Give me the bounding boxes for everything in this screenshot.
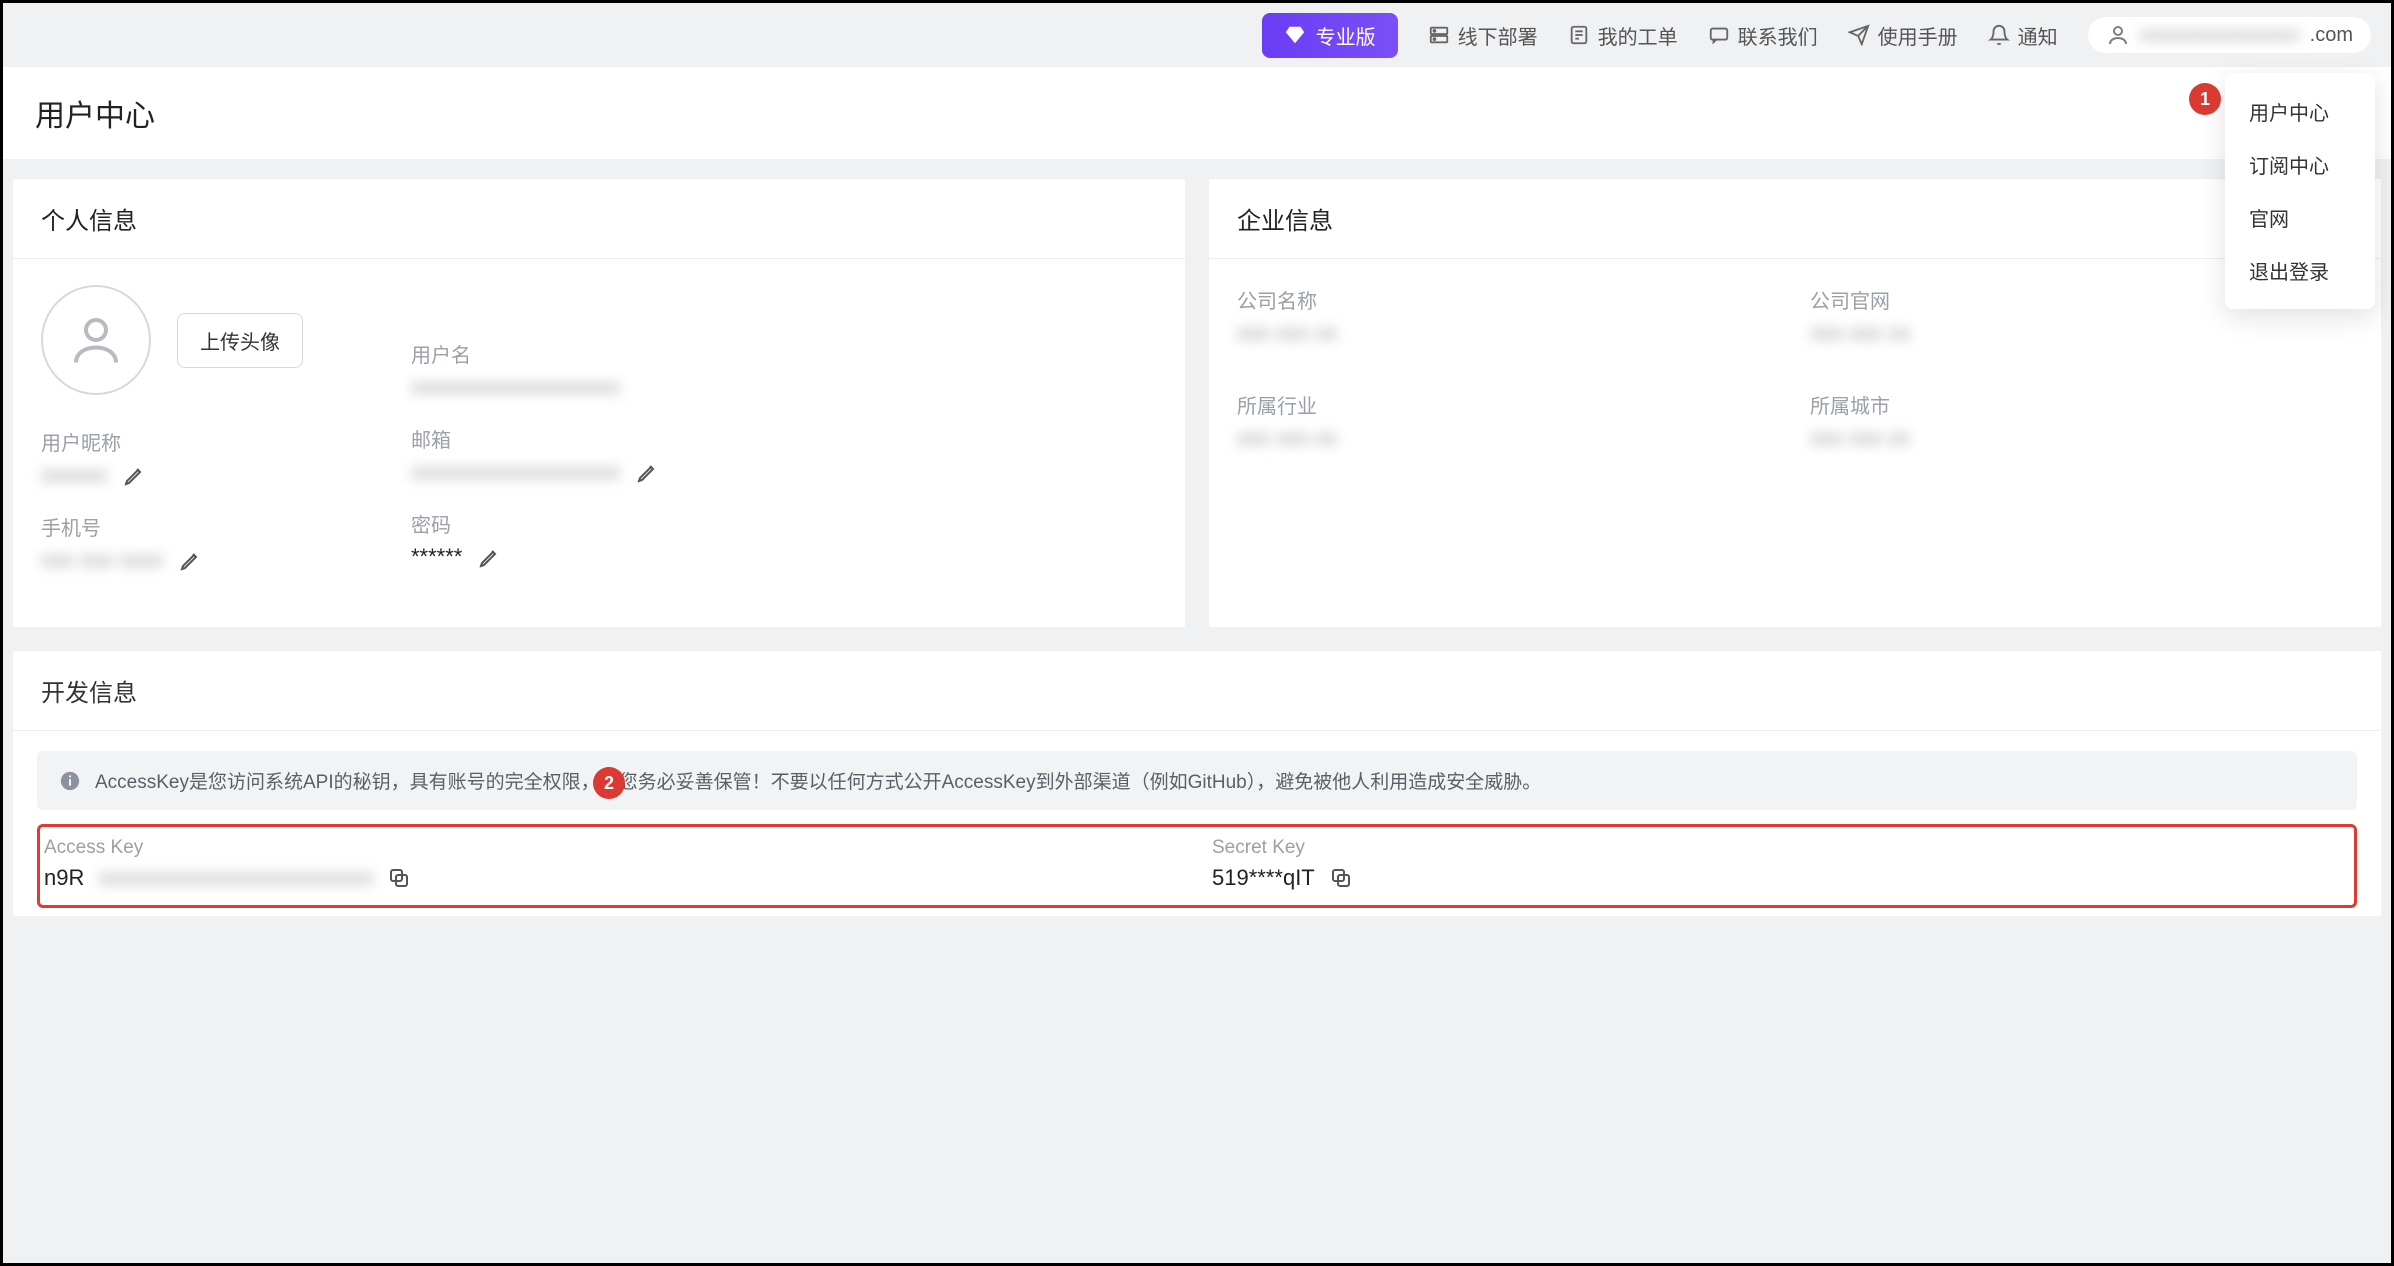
username-label: 用户名	[411, 339, 1157, 368]
user-icon	[2106, 23, 2130, 47]
annotation-badge-1: 1	[2189, 83, 2221, 115]
avatar-placeholder	[41, 285, 151, 395]
copy-secret-key-icon[interactable]	[1329, 866, 1353, 890]
user-menu-pill[interactable]: xxxxxxxxxxxxxxxx .com	[2088, 17, 2371, 53]
pro-version-button[interactable]: 专业版	[1262, 13, 1398, 58]
email-value: xxxxxxxxxxxxxxxxxxx	[411, 459, 620, 485]
chat-icon	[1708, 24, 1730, 46]
personal-header-label: 个人信息	[41, 201, 137, 236]
edit-phone-icon[interactable]	[179, 548, 203, 572]
page-title-bar: 用户中心	[3, 67, 2391, 159]
secret-key-value: 519****qIT	[1212, 865, 1315, 891]
nav-offline-label: 线下部署	[1458, 21, 1538, 50]
company-name-label: 公司名称	[1237, 285, 1780, 314]
city-value: xxx xxx xx	[1810, 425, 1910, 451]
dropdown-logout[interactable]: 退出登录	[2225, 244, 2375, 297]
access-key-rest: xxxxxxxxxxxxxxxxxxxxxxxxx	[98, 865, 373, 891]
dropdown-user-center[interactable]: 用户中心	[2225, 85, 2375, 138]
nav-notifications-label: 通知	[2018, 21, 2058, 50]
upload-avatar-button[interactable]: 上传头像	[177, 313, 303, 368]
user-email-suffix: .com	[2310, 24, 2353, 47]
nav-manual[interactable]: 使用手册	[1848, 21, 1958, 50]
nav-offline[interactable]: 线下部署	[1428, 21, 1538, 50]
phone-label: 手机号	[41, 512, 391, 541]
phone-value: xxx xxx xxxx	[41, 547, 163, 573]
pro-version-label: 专业版	[1316, 21, 1376, 50]
dev-header: 开发信息	[13, 651, 2381, 731]
nav-notifications[interactable]: 通知	[1988, 21, 2058, 50]
access-key-block: Access Key n9R xxxxxxxxxxxxxxxxxxxxxxxxx	[44, 837, 1182, 891]
dev-info-card: 开发信息 AccessKey是您访问系统API的秘钥，具有账号的完全权限，请您务…	[13, 651, 2381, 916]
industry-label: 所属行业	[1237, 390, 1780, 419]
industry-value: xxx xxx xx	[1237, 425, 1337, 451]
access-key-prefix: n9R	[44, 865, 84, 891]
nav-manual-label: 使用手册	[1878, 21, 1958, 50]
enterprise-header-label: 企业信息	[1237, 201, 1333, 236]
nickname-value: xxxxxx	[41, 462, 107, 488]
content-area: 个人信息 上传头像 用户昵称	[3, 159, 2391, 926]
city-label: 所属城市	[1810, 390, 2353, 419]
email-label: 邮箱	[411, 424, 1157, 453]
annotation-badge-2: 2	[593, 767, 625, 799]
access-key-label: Access Key	[44, 837, 1182, 859]
info-icon	[59, 770, 81, 792]
server-icon	[1428, 24, 1450, 46]
user-dropdown: 用户中心 订阅中心 官网 退出登录	[2225, 73, 2375, 309]
diamond-icon	[1284, 24, 1306, 46]
nav-tickets[interactable]: 我的工单	[1568, 21, 1678, 50]
nav-contact-label: 联系我们	[1738, 21, 1818, 50]
ticket-icon	[1568, 24, 1590, 46]
secret-key-label: Secret Key	[1212, 837, 2350, 859]
company-site-value: xxx xxx xx	[1810, 320, 1910, 346]
password-label: 密码	[411, 509, 1157, 538]
personal-card-body: 上传头像 用户昵称 xxxxxx	[13, 259, 1185, 627]
dropdown-official-site[interactable]: 官网	[2225, 191, 2375, 244]
dev-header-label: 开发信息	[41, 680, 137, 707]
enterprise-card-header: 企业信息 编辑	[1209, 179, 2381, 259]
bell-icon	[1988, 24, 2010, 46]
paper-plane-icon	[1848, 24, 1870, 46]
nickname-label: 用户昵称	[41, 427, 391, 456]
nav-tickets-label: 我的工单	[1598, 21, 1678, 50]
enterprise-info-card: 企业信息 编辑 公司名称 xxx xxx xx 公司官网 xxx xxx xx …	[1209, 179, 2381, 627]
personal-info-card: 个人信息 上传头像 用户昵称	[13, 179, 1185, 627]
edit-nickname-icon[interactable]	[123, 463, 147, 487]
edit-email-icon[interactable]	[636, 460, 660, 484]
page-title: 用户中心	[35, 100, 155, 133]
accesskey-warning: AccessKey是您访问系统API的秘钥，具有账号的完全权限，请您务必妥善保管…	[37, 751, 2357, 810]
edit-password-icon[interactable]	[478, 545, 502, 569]
password-value: ******	[411, 544, 462, 570]
personal-card-header: 个人信息	[13, 179, 1185, 259]
accesskey-highlight-box: Access Key n9R xxxxxxxxxxxxxxxxxxxxxxxxx…	[37, 824, 2357, 908]
user-email-blurred: xxxxxxxxxxxxxxxx	[2140, 24, 2300, 47]
username-value: xxxxxxxxxxxxxxxxxxx	[411, 374, 620, 400]
enterprise-card-body: 公司名称 xxx xxx xx 公司官网 xxx xxx xx 所属行业 xxx…	[1209, 259, 2381, 505]
secret-key-block: Secret Key 519****qIT	[1212, 837, 2350, 891]
company-name-value: xxx xxx xx	[1237, 320, 1337, 346]
dropdown-subscription[interactable]: 订阅中心	[2225, 138, 2375, 191]
nav-contact[interactable]: 联系我们	[1708, 21, 1818, 50]
top-navbar: 专业版 线下部署 我的工单 联系我们 使用手册	[3, 3, 2391, 67]
copy-access-key-icon[interactable]	[387, 866, 411, 890]
accesskey-warning-text: AccessKey是您访问系统API的秘钥，具有账号的完全权限，请您务必妥善保管…	[95, 767, 1541, 794]
